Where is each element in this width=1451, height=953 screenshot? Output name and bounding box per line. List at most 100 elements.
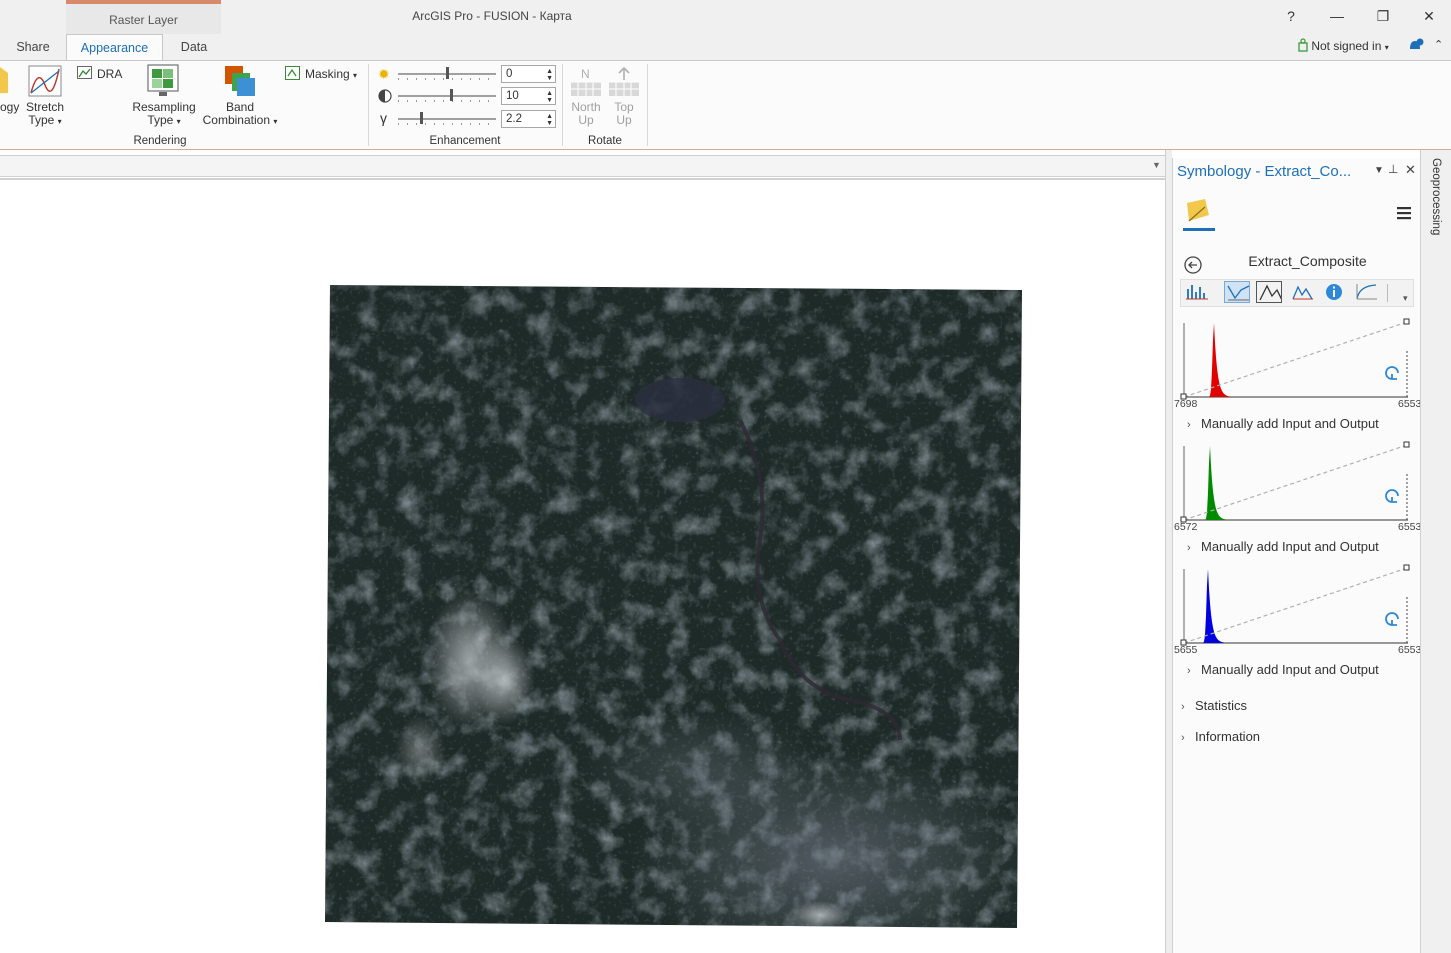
chevron-right-icon: › [1181,701,1185,713]
restore-button[interactable]: ❐ [1371,6,1395,26]
resampling-type-icon[interactable] [147,64,181,98]
tab-share[interactable]: Share [8,40,58,60]
dra-button[interactable]: DRA [97,68,122,81]
brightness-spinner[interactable]: 0 ▲ ▼ [501,65,556,83]
spin-up-icon[interactable]: ▲ [546,113,553,120]
chevron-down-icon: ▾ [57,117,62,126]
pane-options-dropdown-icon[interactable]: ▼ [1374,165,1384,176]
gamma-spinner[interactable]: 2.2 ▲ ▼ [501,110,556,128]
chevron-down-icon: ▾ [1384,43,1389,52]
stretch-handle-max[interactable] [1403,441,1410,448]
collapse-ribbon-icon[interactable]: ⌃ [1434,38,1443,51]
tab-data[interactable]: Data [170,40,218,60]
brightness-slider[interactable] [398,67,496,81]
stretch-handle-max[interactable] [1403,318,1410,325]
information-expander[interactable]: › Information [1181,729,1260,744]
stretch-handle-max[interactable] [1403,564,1410,571]
svg-text:N: N [581,67,590,81]
pane-close-icon[interactable]: ✕ [1405,162,1416,178]
histogram-min-label: 7698 [1174,398,1198,410]
geoprocessing-tab[interactable]: Geoprocessing [1430,158,1442,235]
histogram-plot[interactable] [1176,438,1416,538]
close-button[interactable]: ✕ [1417,6,1441,26]
histogram-plot[interactable] [1176,315,1416,415]
dra-icon[interactable] [77,66,93,80]
group-separator [647,64,648,146]
map-view[interactable] [0,180,1165,953]
map-tabs-dropdown-icon[interactable]: ▼ [1152,160,1161,170]
spin-down-icon[interactable]: ▼ [546,120,553,127]
manual-input-output-expander[interactable]: › Manually add Input and Output [1187,662,1379,677]
notification-bell-icon[interactable] [1406,38,1424,54]
layer-name: Extract_Composite [1248,253,1367,269]
contrast-slider[interactable] [398,89,496,103]
reset-stretch-icon[interactable] [1385,612,1399,626]
minimize-button[interactable]: — [1325,6,1349,26]
chevron-right-icon: › [1187,419,1191,431]
raster-image[interactable] [0,180,1165,953]
top-up-button[interactable]: Top Up [606,101,642,127]
spin-down-icon[interactable]: ▼ [546,97,553,104]
manual-input-output-expander[interactable]: › Manually add Input and Output [1187,539,1379,554]
information-label: Information [1195,729,1261,744]
histogram-plot[interactable] [1176,561,1416,661]
north-up-icon[interactable]: N [571,66,601,98]
group-rotate-label: Rotate [588,135,622,147]
manual-input-output-expander[interactable]: › Manually add Input and Output [1187,416,1379,431]
histogram-green[interactable] [1176,438,1416,538]
group-separator [368,64,369,146]
stretch-linear-icon[interactable] [1224,281,1250,303]
symbology-icon[interactable] [0,67,8,93]
histogram-max-label: 6553 [1398,521,1420,533]
sign-in-status[interactable]: Not signed in ▾ [1298,38,1389,53]
manual-input-output-label: Manually add Input and Output [1201,662,1379,677]
info-icon[interactable] [1322,281,1348,303]
pin-icon[interactable]: ⊥ [1388,162,1398,176]
gamma-slider[interactable] [398,112,496,126]
top-up-label2: Up [616,113,632,127]
spin-up-icon[interactable]: ▲ [546,68,553,75]
brightness-slider-thumb[interactable] [446,67,449,79]
histogram-bars-icon[interactable] [1184,281,1210,303]
resampling-type-button[interactable]: Resampling Type ▾ [128,101,200,128]
back-icon[interactable] [1183,255,1203,275]
north-up-button[interactable]: North Up [568,101,604,127]
top-up-label: Top [614,100,634,114]
spin-up-icon[interactable]: ▲ [546,90,553,97]
top-up-icon[interactable] [609,66,639,98]
context-tab-label: Raster Layer [109,13,178,27]
symbology-button-label[interactable]: ogy [0,101,19,114]
histogram-red[interactable] [1176,315,1416,415]
stretch-line [1183,567,1408,644]
histogram-blue[interactable] [1176,561,1416,661]
statistics-expander[interactable]: › Statistics [1181,698,1247,713]
toolbar-overflow-icon[interactable]: ▾ [1403,293,1408,304]
stretch-histogram-eq-icon[interactable] [1290,281,1316,303]
contrast-slider-thumb[interactable] [450,89,453,101]
hamburger-menu-icon[interactable] [1396,206,1412,220]
pane-splitter[interactable] [1165,150,1172,953]
chevron-down-icon: ▾ [353,71,358,80]
contrast-spinner[interactable]: 10 ▲ ▼ [501,87,556,105]
band-combination-button[interactable]: Band Combination ▾ [197,101,283,128]
band-combination-icon[interactable] [224,65,256,97]
manual-input-output-label: Manually add Input and Output [1201,539,1379,554]
help-button[interactable]: ? [1279,6,1303,26]
reset-stretch-icon[interactable] [1385,366,1399,380]
masking-button[interactable]: Masking ▾ [305,68,357,82]
primary-symbology-tab[interactable] [1183,197,1215,231]
tab-appearance[interactable]: Appearance [66,34,163,61]
brightness-value: 0 [506,68,513,80]
masking-icon[interactable] [285,66,301,81]
curve-icon[interactable] [1354,281,1380,303]
gamma-slider-thumb[interactable] [420,112,423,124]
window-title: ArcGIS Pro - FUSION - Карта [412,9,572,23]
reset-stretch-icon[interactable] [1385,489,1399,503]
toolbar-separator [1387,284,1388,302]
contrast-value: 10 [506,90,519,102]
chevron-right-icon: › [1181,732,1185,744]
stretch-type-icon[interactable] [28,65,62,97]
spin-down-icon[interactable]: ▼ [546,75,553,82]
stretch-type-button[interactable]: Stretch Type ▾ [22,101,68,128]
stretch-gaussian-icon[interactable] [1256,281,1282,303]
